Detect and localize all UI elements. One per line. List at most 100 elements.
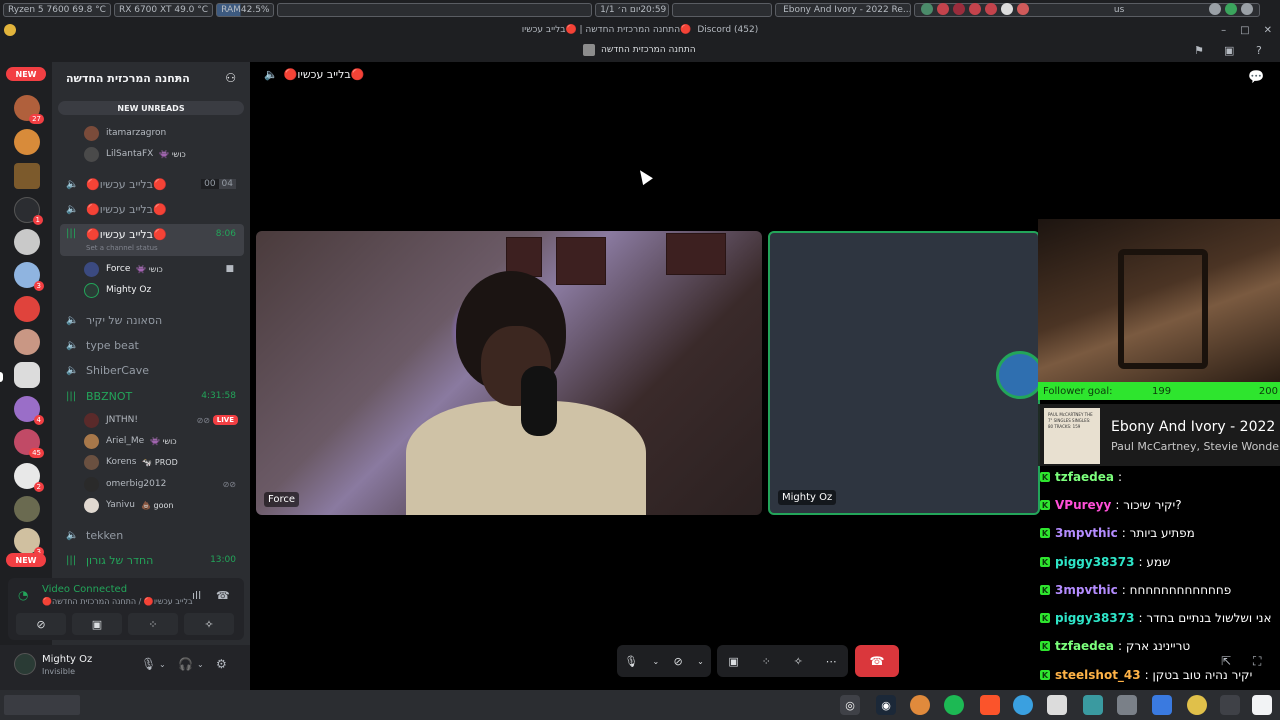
voice-user[interactable]: Ariel_Me 👾 כושי <box>84 431 244 451</box>
activities-button[interactable]: ⁘ <box>128 613 178 635</box>
voice-channel[interactable]: 🔈 ShiberCave <box>60 359 244 381</box>
video-tile-force[interactable]: Force <box>256 231 762 515</box>
microphone-icon[interactable]: 🎙 <box>141 657 156 671</box>
voice-user[interactable]: JNTHN! ⊘⊘ LIVE <box>84 410 244 430</box>
chat-bubble-icon[interactable]: 💬 <box>1248 70 1264 85</box>
voice-channel[interactable]: 🔈 🔴בלייב עכשיו🔴 00 04 <box>60 173 244 195</box>
app-taskbar-icon[interactable] <box>1047 695 1067 715</box>
tray-app-icon[interactable] <box>1017 2 1030 15</box>
network-icon[interactable] <box>1209 2 1222 15</box>
avatar[interactable] <box>14 653 36 675</box>
voice-user[interactable]: itamarzagron <box>84 123 244 143</box>
layers-taskbar-icon[interactable] <box>1083 695 1103 715</box>
maximize-icon[interactable]: □ <box>1240 25 1249 36</box>
server-icon[interactable]: 3 <box>14 528 44 557</box>
browser-taskbar-icon[interactable] <box>1013 695 1033 715</box>
voice-channel[interactable]: 🔈 🔴בלייב עכשיו🔴 <box>60 198 244 220</box>
app-taskbar-icon[interactable] <box>1187 695 1207 715</box>
tray-app-icon[interactable] <box>1001 2 1014 15</box>
voice-channel[interactable]: ||| החדר של גורון 13:00 <box>60 549 244 571</box>
noise-suppression-icon[interactable]: ıll <box>192 589 201 602</box>
server-icon[interactable] <box>14 329 40 355</box>
voice-channel[interactable]: 🔈 tekken <box>60 524 244 546</box>
leave-call-button[interactable]: ☎ <box>855 645 899 677</box>
steam-taskbar-icon[interactable]: ◉ <box>876 695 896 715</box>
help-icon[interactable]: ? <box>1256 44 1262 57</box>
workspace-switcher[interactable] <box>4 695 80 715</box>
server-icon[interactable]: 2 <box>14 463 44 492</box>
screen-share-button[interactable]: ▣ <box>72 613 122 635</box>
voice-user[interactable]: Korens 🐄 PROD <box>84 452 244 472</box>
voice-channel[interactable]: 🔈 הסאונה של יקיר <box>60 309 244 331</box>
server-icon[interactable] <box>14 296 40 322</box>
tray-app-icon[interactable] <box>985 2 998 15</box>
gear-icon[interactable]: ⚙ <box>216 657 227 671</box>
shield-icon[interactable] <box>1225 2 1238 15</box>
guild-header[interactable]: התחנה המרכזית החדשה ⌄ ⚇ <box>52 62 250 94</box>
server-icon[interactable] <box>14 496 40 522</box>
camera-off-button[interactable]: ⊘ <box>16 613 66 635</box>
microphone-icon[interactable]: 🎙 <box>624 655 638 668</box>
server-icon[interactable]: 4 <box>14 396 44 425</box>
folder-taskbar-icon[interactable] <box>1117 695 1137 715</box>
disconnect-icon[interactable]: ☎ <box>216 589 230 602</box>
voice-channel[interactable]: 🔈 type beat <box>60 334 244 356</box>
soundboard-icon[interactable]: ✧ <box>794 655 803 668</box>
server-icon[interactable]: 1 <box>14 197 43 225</box>
inbox-icon[interactable]: ▣ <box>1224 44 1234 57</box>
voice-channel-active[interactable]: ||| 🔴בלייב עכשיו🔴 8:06 Set a channel sta… <box>60 224 244 256</box>
voice-channel[interactable]: ||| BBZNOT 4:31:58 <box>60 385 244 407</box>
screen-share-icon[interactable]: ▣ <box>728 655 738 668</box>
tray-app-icon[interactable] <box>937 2 950 15</box>
tray-app-icon[interactable] <box>953 2 966 15</box>
video-tile-mighty-oz[interactable]: Mighty Oz <box>768 231 1040 515</box>
chevron-down-icon[interactable]: ⌄ <box>197 660 204 669</box>
activities-icon[interactable]: ⁘ <box>762 655 771 668</box>
locale-indicator[interactable]: us <box>1114 5 1124 15</box>
chevron-down-icon[interactable]: ⌄ <box>697 657 704 666</box>
camera-off-icon[interactable]: ⊘ <box>674 655 683 668</box>
current-user-name[interactable]: Mighty Oz <box>42 654 92 665</box>
server-icon-active[interactable] <box>14 362 40 388</box>
server-icon[interactable] <box>14 229 40 255</box>
new-unread-pill-bottom[interactable]: NEW <box>6 553 46 567</box>
chevron-down-icon[interactable]: ⌄ <box>652 657 659 666</box>
server-icon[interactable] <box>14 129 40 155</box>
headphones-icon[interactable]: 🎧 <box>178 657 193 671</box>
server-icon[interactable]: 3 <box>14 262 44 291</box>
app-taskbar-icon[interactable] <box>1252 695 1272 715</box>
new-unread-pill-top[interactable]: NEW <box>6 67 46 81</box>
server-icon[interactable]: 27 <box>14 95 44 124</box>
clock-widget[interactable]: יום ה׳ 1/1 20:59 <box>595 3 670 17</box>
popout-icon[interactable]: ⇱ <box>1221 654 1231 668</box>
signal-icon[interactable]: ◔ <box>18 588 28 602</box>
store-taskbar-icon[interactable] <box>1152 695 1172 715</box>
discord-taskbar-icon[interactable]: ◎ <box>840 695 860 715</box>
tray-app-icon[interactable] <box>969 2 982 15</box>
close-icon[interactable]: ✕ <box>1264 25 1272 36</box>
chevron-down-icon[interactable]: ⌄ <box>159 660 166 669</box>
voice-user[interactable]: LilSantaFX 👾 כושי <box>84 144 244 164</box>
app-taskbar-icon[interactable] <box>1220 695 1240 715</box>
soundboard-button[interactable]: ✧ <box>184 613 234 635</box>
channel-status-hint[interactable]: Set a channel status <box>86 244 158 252</box>
voice-channel-path[interactable]: 🔴בלייב עכשיו🔴 / התחנה המרכזית החדשה <box>42 597 193 606</box>
brave-taskbar-icon[interactable] <box>980 695 1000 715</box>
voice-user[interactable]: Yanivu 💩 goon <box>84 495 244 515</box>
server-icon[interactable]: 45 <box>14 429 44 458</box>
new-unreads-banner[interactable]: NEW UNREADS <box>58 101 244 115</box>
spotify-taskbar-icon[interactable] <box>944 695 964 715</box>
voice-user[interactable]: Force 👾 כושי ■ <box>84 259 244 279</box>
voice-user[interactable]: Mighty Oz <box>84 280 244 300</box>
fullscreen-icon[interactable]: ⛶ <box>1253 654 1261 669</box>
tray-app-icon[interactable] <box>921 2 934 15</box>
app-taskbar-icon[interactable] <box>910 695 930 715</box>
minimize-icon[interactable]: – <box>1221 25 1226 36</box>
voice-user[interactable]: omerbig2012 ⊘⊘ <box>84 474 244 494</box>
threads-icon[interactable]: ⚑ <box>1194 44 1204 57</box>
more-options-icon[interactable]: ⋯ <box>826 655 837 668</box>
voice-status[interactable]: Video Connected <box>42 584 127 595</box>
media-widget[interactable]: Ebony And Ivory - 2022 Re... <box>775 3 912 17</box>
power-icon[interactable] <box>1241 2 1254 15</box>
add-member-icon[interactable]: ⚇ <box>225 71 236 85</box>
